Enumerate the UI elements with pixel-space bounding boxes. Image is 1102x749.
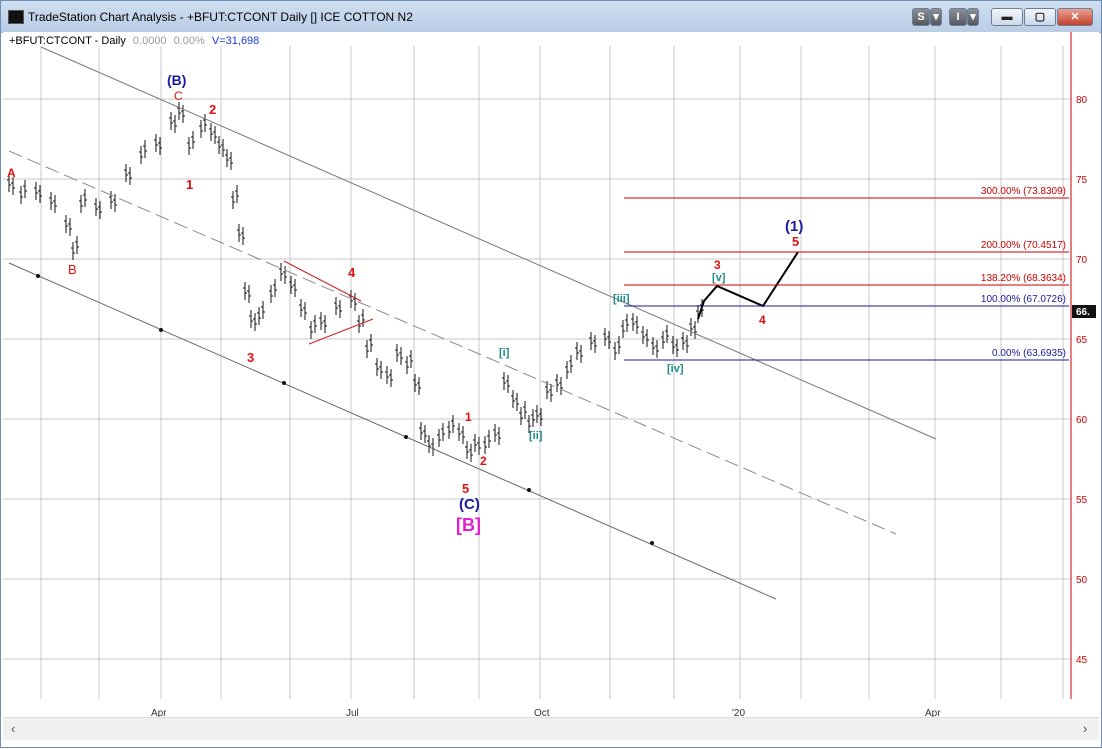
- triangle-lower-line: [308, 318, 374, 345]
- price-chart-svg[interactable]: 80 75 70 65 60 55 50 45 66. Apr Jul Oct …: [1, 1, 1102, 749]
- price-bars: [7, 102, 704, 462]
- channel-pivot-dot: [527, 488, 531, 492]
- wave-label-2-top: 2: [209, 102, 216, 117]
- price-tick-45: 45: [1076, 655, 1088, 666]
- fib-label-300: 300.00% (73.8309): [981, 186, 1066, 197]
- wave-label-i: [i]: [499, 347, 510, 359]
- change-percent: 0.00%: [173, 35, 205, 47]
- wave-label-1-paren: (1): [785, 218, 803, 235]
- wave-label-4-mid: 4: [348, 265, 356, 280]
- chart-window: TradeStation Chart Analysis - +BFUT:CTCO…: [0, 0, 1102, 748]
- price-tick-60: 60: [1076, 415, 1088, 426]
- wave-label-1-top: 1: [186, 177, 193, 192]
- price-tick-65: 65: [1076, 335, 1088, 346]
- wave-label-B-paren: (B): [167, 72, 186, 88]
- price-tick-70: 70: [1076, 255, 1088, 266]
- horizontal-scrollbar[interactable]: ‹ ›: [3, 717, 1099, 740]
- fib-label-100: 100.00% (67.0726): [981, 294, 1066, 305]
- scroll-left-icon[interactable]: ‹: [11, 721, 15, 736]
- wave-label-2-bottom: 2: [480, 454, 487, 468]
- channel-pivot-dot: [159, 328, 163, 332]
- wave-label-5-bottom: 5: [462, 481, 469, 496]
- fib-label-138: 138.20% (68.3634): [981, 273, 1066, 284]
- wave-label-3-projection: 3: [714, 258, 721, 272]
- wave-label-B: B: [68, 262, 77, 277]
- fib-label-0: 0.00% (63.6935): [992, 348, 1066, 359]
- price-tick-75: 75: [1076, 175, 1088, 186]
- wave-label-B-bracket: [B]: [456, 515, 481, 535]
- wave-label-v: [v]: [712, 272, 726, 284]
- fib-label-200: 200.00% (70.4517): [981, 240, 1066, 251]
- wave-label-C-paren: (C): [459, 496, 480, 513]
- wave-label-4-projection: 4: [759, 313, 766, 327]
- change-value: 0.0000: [132, 35, 167, 47]
- chart-header: +BFUT:CTCONT - Daily 0.0000 0.00% V=31,6…: [9, 35, 259, 47]
- wave-label-C: C: [174, 89, 183, 103]
- channel-pivot-dot: [404, 435, 408, 439]
- median-channel-line: [8, 150, 897, 535]
- wave-label-iv: [iv]: [667, 363, 684, 375]
- wave-label-A: A: [7, 166, 16, 180]
- upper-channel-line: [40, 46, 937, 440]
- wave-label-iii: [iii]: [613, 293, 630, 305]
- price-tick-80: 80: [1076, 95, 1088, 106]
- symbol-label: +BFUT:CTCONT - Daily: [9, 35, 126, 47]
- wave-label-1-bottom: 1: [465, 410, 472, 424]
- chart-grid: [3, 46, 1071, 699]
- price-tick-55: 55: [1076, 495, 1088, 506]
- channel-pivot-dot: [282, 381, 286, 385]
- last-price-value: 66.: [1076, 307, 1090, 318]
- scroll-right-icon[interactable]: ›: [1083, 721, 1087, 736]
- wave-label-5-projection: 5: [792, 234, 799, 249]
- wave-label-ii: [ii]: [529, 430, 543, 442]
- channel-pivot-dot: [36, 274, 40, 278]
- channel-pivot-dot: [650, 541, 654, 545]
- volume-value: V=31,698: [211, 35, 260, 47]
- lower-channel-line: [8, 262, 777, 600]
- price-tick-50: 50: [1076, 575, 1088, 586]
- wave-label-3-mid: 3: [247, 350, 254, 365]
